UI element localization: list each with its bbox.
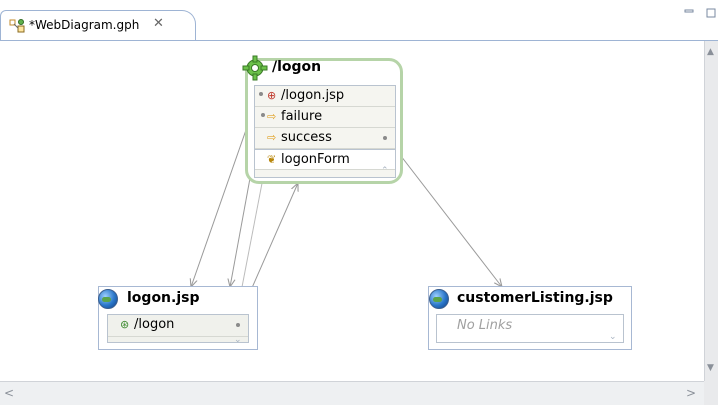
page-row-logon-link[interactable]: ⊛ /logon bbox=[108, 315, 248, 337]
editor-frame: *WebDiagram.gph ✕ /logon ⊕ /logon.jsp ⇨ … bbox=[0, 0, 718, 405]
scroll-up-icon[interactable]: ▲ bbox=[707, 47, 714, 57]
connector-anchor bbox=[261, 113, 265, 117]
collapse-chevron-icon[interactable]: ⌃ bbox=[381, 166, 389, 176]
action-row-logonform[interactable]: ❦ logonForm bbox=[255, 149, 395, 170]
scroll-down-icon[interactable]: ▼ bbox=[707, 363, 714, 373]
action-row-label: success bbox=[281, 130, 332, 145]
link-icon: ⊛ bbox=[120, 318, 130, 331]
scroll-left-icon[interactable]: < bbox=[4, 386, 14, 400]
action-row-failure[interactable]: ⇨ failure bbox=[255, 107, 395, 128]
action-row-label: failure bbox=[281, 109, 323, 124]
vertical-scrollbar[interactable]: ▲ ▼ bbox=[704, 41, 718, 381]
form-bean-icon: ❦ bbox=[267, 153, 277, 166]
connector-anchor bbox=[383, 136, 387, 140]
action-row-success[interactable]: ⇨ success bbox=[255, 128, 395, 149]
scrollbar-corner bbox=[704, 381, 718, 405]
connector-anchor bbox=[259, 92, 263, 96]
action-row-label: logonForm bbox=[281, 152, 350, 167]
action-row-label: /logon.jsp bbox=[281, 88, 345, 103]
gear-icon bbox=[242, 55, 268, 81]
page-node-title: logon.jsp bbox=[127, 290, 200, 306]
forward-icon: ⇨ bbox=[267, 131, 277, 144]
action-node-title: /logon bbox=[272, 59, 322, 75]
expand-chevron-icon[interactable]: ⌄ bbox=[609, 332, 617, 342]
maximize-icon[interactable] bbox=[706, 8, 716, 18]
page-node-body: ⊛ /logon ⌄ bbox=[107, 314, 249, 345]
no-links-text: No Links bbox=[457, 318, 513, 333]
action-row-logon-jsp[interactable]: ⊕ /logon.jsp bbox=[255, 86, 395, 107]
page-node-title: customerListing.jsp bbox=[457, 290, 613, 306]
input-link-icon: ⊕ bbox=[267, 89, 277, 102]
horizontal-scrollbar[interactable]: < > bbox=[0, 381, 704, 405]
expand-chevron-icon[interactable]: ⌄ bbox=[234, 335, 242, 345]
connector-anchor bbox=[236, 323, 240, 327]
forward-icon: ⇨ bbox=[267, 110, 277, 123]
globe-icon bbox=[98, 289, 118, 309]
action-node-body: ⊕ /logon.jsp ⇨ failure ⇨ success ❦ logon… bbox=[254, 85, 396, 178]
page-row-label: /logon bbox=[134, 317, 175, 332]
scroll-right-icon[interactable]: > bbox=[686, 386, 696, 400]
page-node-body: No Links ⌄ bbox=[436, 314, 624, 343]
globe-icon bbox=[429, 289, 449, 309]
